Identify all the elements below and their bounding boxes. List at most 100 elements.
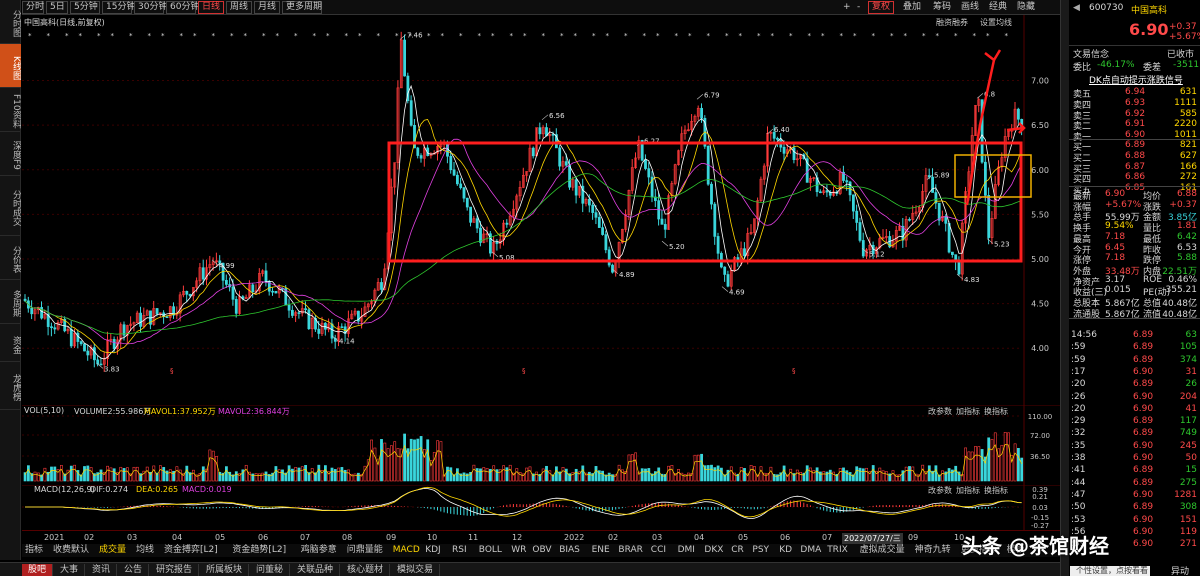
event-marker-icon[interactable]: * xyxy=(872,32,876,40)
event-marker-icon[interactable]: * xyxy=(821,32,825,40)
rail-item-0[interactable]: 分时图 xyxy=(0,0,21,44)
indicator-tab-23[interactable]: DMA xyxy=(799,545,822,556)
event-marker-icon[interactable]: * xyxy=(148,32,152,40)
event-marker-icon[interactable]: * xyxy=(789,32,793,40)
period-tab-7[interactable]: 周线 xyxy=(226,1,252,14)
indicator-tab-9[interactable]: KDJ xyxy=(424,545,442,556)
event-marker-icon[interactable]: * xyxy=(65,32,69,40)
event-marker-icon[interactable]: * xyxy=(294,32,298,40)
event-marker-icon[interactable]: * xyxy=(739,32,743,40)
event-marker-icon[interactable]: * xyxy=(111,32,115,40)
event-marker-icon[interactable]: * xyxy=(592,32,596,40)
event-marker-icon[interactable]: * xyxy=(409,32,413,40)
indicator-tab-5[interactable]: 资金趋势[L2] xyxy=(231,545,287,556)
event-marker-icon[interactable]: * xyxy=(574,32,578,40)
adjust-button[interactable]: 复权 xyxy=(868,1,895,14)
indicator-tab-24[interactable]: TRIX xyxy=(826,545,849,556)
rail-item-8[interactable]: 龙虎榜 xyxy=(0,362,21,410)
bottom-nav-0[interactable]: 股吧 xyxy=(22,564,54,576)
period-tab-0[interactable]: 分时 xyxy=(22,1,44,14)
indicator-tab-21[interactable]: PSY xyxy=(751,545,770,556)
event-marker-icon[interactable]: * xyxy=(180,32,184,40)
indicator-tab-0[interactable]: 指标 xyxy=(24,545,44,556)
rail-item-4[interactable]: 分时成交 xyxy=(0,176,21,236)
event-marker-icon[interactable]: * xyxy=(936,32,940,40)
event-marker-icon[interactable]: * xyxy=(326,32,330,40)
bottom-nav-6[interactable]: 问董秘 xyxy=(250,564,291,576)
rail-item-6[interactable]: 多周期 xyxy=(0,280,21,324)
event-marker-icon[interactable]: * xyxy=(954,32,958,40)
indicator-tab-10[interactable]: RSI xyxy=(451,545,468,556)
event-marker-icon[interactable]: * xyxy=(688,32,692,40)
event-marker-icon[interactable]: * xyxy=(491,32,495,40)
event-marker-icon[interactable]: * xyxy=(675,32,679,40)
event-marker-icon[interactable]: * xyxy=(441,32,445,40)
margin-button[interactable]: 融资融券 xyxy=(936,17,968,28)
event-marker-icon[interactable]: * xyxy=(606,32,610,40)
draw-line-button[interactable]: 画线 xyxy=(958,1,982,14)
dk-signal-link[interactable]: DK点自动提示涨跌信号 xyxy=(1089,73,1183,86)
zoom-in-button[interactable]: + xyxy=(840,1,854,14)
vol-edit-params-button[interactable]: 改参数 xyxy=(928,406,952,417)
event-marker-icon[interactable]: * xyxy=(560,32,564,40)
event-marker-icon[interactable]: * xyxy=(313,32,317,40)
event-marker-icon[interactable]: * xyxy=(757,32,761,40)
macd-edit-params-button[interactable]: 改参数 xyxy=(928,485,952,496)
event-marker-icon[interactable]: * xyxy=(986,32,990,40)
indicator-tab-4[interactable]: 资金搏弈[L2] xyxy=(163,545,219,556)
period-tab-1[interactable]: 5日 xyxy=(46,1,68,14)
event-marker-icon[interactable]: * xyxy=(358,32,362,40)
event-marker-icon[interactable]: * xyxy=(161,32,165,40)
event-marker-icon[interactable]: * xyxy=(459,32,463,40)
event-marker-icon[interactable]: * xyxy=(395,32,399,40)
event-marker-icon[interactable]: * xyxy=(345,32,349,40)
indicator-tab-11[interactable]: BOLL xyxy=(478,545,503,556)
indicator-tab-20[interactable]: CR xyxy=(730,545,745,556)
indicator-tab-12[interactable]: WR xyxy=(510,545,527,556)
bottom-nav-8[interactable]: 核心题材 xyxy=(341,564,391,576)
indicator-tab-13[interactable]: OBV xyxy=(531,545,552,556)
indicator-tab-7[interactable]: 问鼎量能 xyxy=(346,545,384,556)
event-marker-icon[interactable]: * xyxy=(922,32,926,40)
zoom-out-button[interactable]: - xyxy=(854,1,863,14)
bottom-nav-3[interactable]: 公告 xyxy=(118,564,150,576)
event-marker-icon[interactable]: * xyxy=(707,32,711,40)
indicator-tab-19[interactable]: DKX xyxy=(703,545,724,556)
event-marker-icon[interactable]: * xyxy=(276,32,280,40)
event-marker-icon[interactable]: * xyxy=(904,32,908,40)
rail-item-1[interactable]: K线图 xyxy=(0,44,21,88)
event-marker-icon[interactable]: * xyxy=(262,32,266,40)
vol-switch-indicator-button[interactable]: 换指标 xyxy=(984,406,1008,417)
event-marker-icon[interactable]: * xyxy=(28,32,32,40)
bottom-nav-7[interactable]: 关联品种 xyxy=(291,564,341,576)
bottom-nav-5[interactable]: 所属板块 xyxy=(200,564,250,576)
event-marker-icon[interactable]: * xyxy=(523,32,527,40)
event-marker-icon[interactable]: * xyxy=(230,32,234,40)
indicator-tab-17[interactable]: CCI xyxy=(650,545,667,556)
event-marker-icon[interactable]: * xyxy=(973,32,977,40)
event-marker-icon[interactable]: * xyxy=(478,32,482,40)
period-tab-6[interactable]: 日线 xyxy=(198,1,224,14)
vol-add-indicator-button[interactable]: 加指标 xyxy=(956,406,980,417)
event-marker-icon[interactable]: * xyxy=(853,32,857,40)
rail-item-7[interactable]: 资金 xyxy=(0,324,21,362)
period-tab-4[interactable]: 30分钟 xyxy=(134,1,167,14)
anomaly-tab[interactable]: 异动 xyxy=(1171,564,1189,576)
indicator-tab-22[interactable]: KD xyxy=(778,545,793,556)
macd-add-indicator-button[interactable]: 加指标 xyxy=(956,485,980,496)
event-marker-icon[interactable]: * xyxy=(212,32,216,40)
event-marker-icon[interactable]: * xyxy=(771,32,775,40)
event-marker-icon[interactable]: * xyxy=(1005,32,1009,40)
indicator-tab-3[interactable]: 均线 xyxy=(135,545,155,556)
event-marker-icon[interactable]: * xyxy=(97,32,101,40)
hide-button[interactable]: 隐藏 xyxy=(1014,1,1038,14)
quote-scrollbar[interactable] xyxy=(1061,0,1069,576)
period-tab-9[interactable]: 更多周期 xyxy=(282,1,322,14)
bottom-nav-4[interactable]: 研究报告 xyxy=(150,564,200,576)
chip-button[interactable]: 筹码 xyxy=(930,1,954,14)
indicator-tab-8[interactable]: MACD xyxy=(392,545,421,556)
period-tab-8[interactable]: 月线 xyxy=(254,1,280,14)
event-marker-icon[interactable]: * xyxy=(808,32,812,40)
overlay-button[interactable]: 叠加 xyxy=(900,1,924,14)
indicator-tab-14[interactable]: BIAS xyxy=(558,545,581,556)
